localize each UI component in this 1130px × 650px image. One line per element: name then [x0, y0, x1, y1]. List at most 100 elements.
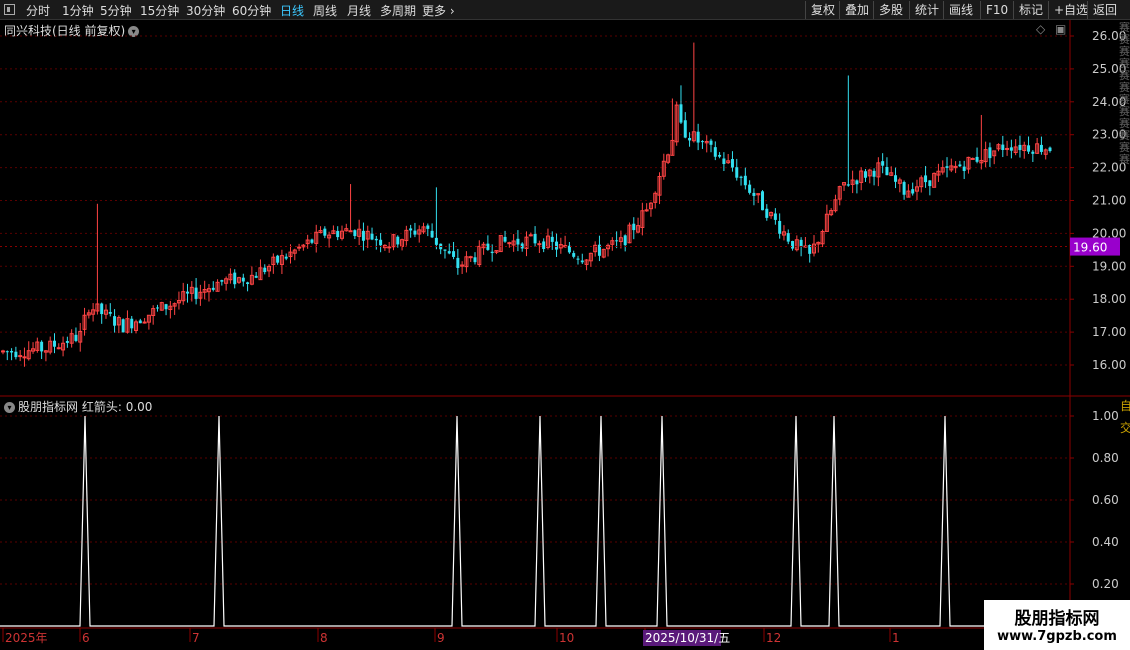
candle-body — [791, 241, 795, 249]
candle-body — [928, 180, 932, 187]
candle-body — [765, 208, 769, 218]
candle-body — [361, 230, 365, 241]
tab-period-2[interactable]: 5分钟 — [100, 2, 132, 19]
candle-body — [743, 175, 747, 186]
candle-body — [924, 175, 928, 183]
candle-body — [683, 120, 687, 138]
toolbar-button-0[interactable]: 复权 — [805, 1, 840, 19]
candle-body — [962, 166, 966, 171]
toolbar-button-2[interactable]: 多股 — [873, 1, 908, 19]
candle-body — [10, 350, 14, 353]
candle-body — [739, 176, 743, 178]
time-tick-label: 9 — [437, 631, 445, 645]
candle-body — [430, 230, 434, 238]
candle-body — [615, 240, 619, 242]
time-tick-label: 8 — [320, 631, 328, 645]
candle-body — [297, 246, 302, 249]
candle-body — [1031, 151, 1035, 154]
toolbar-button-5[interactable]: F10 — [980, 1, 1013, 19]
indicator-tick-label: 0.40 — [1092, 535, 1119, 549]
candle-body — [528, 234, 533, 237]
candle-body — [396, 236, 400, 245]
menu-icon[interactable] — [4, 4, 15, 15]
candle-body — [18, 355, 23, 358]
candle-body — [220, 280, 224, 282]
candle-body — [778, 220, 782, 234]
tab-period-4[interactable]: 30分钟 — [186, 2, 225, 19]
candle-body — [14, 351, 18, 358]
candle-body — [276, 255, 280, 263]
indicator-series-line — [0, 415, 1070, 627]
candle-body — [1, 350, 5, 353]
candle-body — [370, 233, 374, 240]
candle-body — [138, 320, 142, 324]
tab-period-3[interactable]: 15分钟 — [140, 2, 179, 19]
tab-period-10[interactable]: 更多 › — [422, 2, 455, 19]
candle-body — [263, 267, 267, 273]
candle-body — [130, 318, 134, 329]
indicator-tick-label: 1.00 — [1092, 409, 1119, 423]
candle-body — [22, 356, 27, 359]
candle-body — [323, 228, 327, 236]
candle-body — [872, 170, 876, 177]
candle-body — [958, 164, 962, 167]
candle-body — [970, 157, 975, 160]
candle-body — [761, 191, 765, 211]
candle-body — [730, 159, 734, 168]
candle-body — [537, 243, 542, 246]
tab-period-8[interactable]: 月线 — [347, 2, 371, 19]
toolbar-button-4[interactable]: 画线 — [943, 1, 978, 19]
candle-body — [894, 175, 898, 182]
tab-period-7[interactable]: 周线 — [313, 2, 337, 19]
indicator-tick-label: 0.20 — [1092, 577, 1119, 591]
toolbar-button-6[interactable]: 标记 — [1013, 1, 1048, 19]
candle-body — [507, 242, 512, 245]
candle-body — [5, 351, 9, 353]
time-tick-label: 6 — [82, 631, 90, 645]
candle-body — [846, 184, 850, 186]
candle-body — [233, 272, 237, 285]
time-tick-label: 7 — [192, 631, 200, 645]
toolbar-button-8[interactable]: 返回 — [1087, 1, 1122, 19]
candle-body — [1039, 144, 1043, 152]
tab-period-9[interactable]: 多周期 — [380, 2, 416, 19]
candle-body — [1048, 147, 1052, 152]
toolbar-button-3[interactable]: 统计 — [909, 1, 944, 19]
candle-body — [735, 167, 739, 178]
watermark-title: 股朋指标网 — [1014, 609, 1100, 629]
candle-body — [353, 230, 357, 237]
chart-area[interactable]: 16.0017.0018.0019.0020.0021.0022.0023.00… — [0, 20, 1130, 650]
candle-body — [413, 230, 417, 235]
candle-body — [863, 171, 867, 178]
candle-body — [164, 304, 168, 310]
candle-body — [113, 316, 117, 326]
candle-body — [722, 158, 726, 165]
candle-body — [700, 141, 704, 143]
candle-body — [426, 225, 430, 229]
tab-period-5[interactable]: 60分钟 — [232, 2, 271, 19]
candle-body — [988, 147, 992, 159]
candle-body — [542, 241, 546, 250]
candle-body — [374, 238, 378, 241]
indicator-side-label: 自 — [1120, 399, 1130, 413]
tab-period-6[interactable]: 日线 — [280, 2, 304, 19]
candle-body — [975, 156, 979, 162]
indicator-tick-label: 0.60 — [1092, 493, 1119, 507]
candle-body — [902, 182, 906, 195]
toolbar-button-1[interactable]: 叠加 — [839, 1, 874, 19]
tab-period-0[interactable]: 分时 — [26, 2, 50, 19]
candle-body — [1027, 145, 1031, 152]
candle-body — [379, 239, 383, 246]
candle-body — [555, 241, 559, 250]
candle-body — [310, 239, 314, 243]
candle-body — [748, 184, 752, 193]
tab-period-1[interactable]: 1分钟 — [62, 2, 94, 19]
candle-body — [456, 257, 460, 268]
candle-body — [490, 251, 494, 254]
candle-body — [284, 256, 288, 259]
candle-body — [773, 213, 777, 220]
candle-body — [241, 277, 245, 282]
toolbar: 分时 1分钟 5分钟 15分钟 30分钟 60分钟 日线 周线 月线 多周期 更多 › 复权 叠加 多股… — [0, 0, 1130, 20]
candle-body — [254, 275, 258, 278]
candle-body — [572, 253, 576, 257]
